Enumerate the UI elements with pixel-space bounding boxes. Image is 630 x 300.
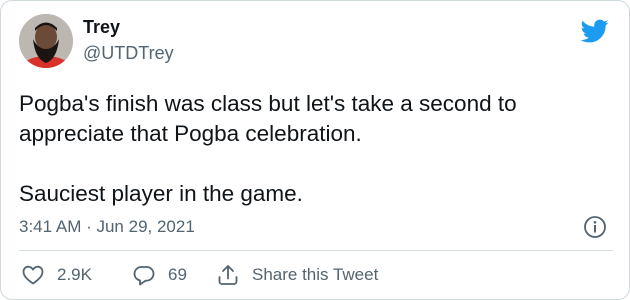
reply-bubble-icon [133,266,155,286]
tweet-timestamp[interactable]: 3:41 AM · Jun 29, 2021 [19,216,195,238]
like-button[interactable]: 2.9K [21,263,92,287]
avatar[interactable] [19,14,73,68]
reply-count: 69 [168,265,187,284]
tweet-card: Trey @UTDTrey Pogba's finish was class b… [0,0,630,300]
reply-button[interactable]: 69 [132,263,187,287]
heart-icon [22,265,44,285]
share-upload-icon [218,265,238,285]
avatar-image [19,14,73,68]
tweet-text: Pogba's finish was class but let's take … [19,91,517,206]
share-label: Share this Tweet [252,265,379,284]
author-name[interactable]: Trey [83,16,120,38]
divider [19,250,613,251]
like-count: 2.9K [57,265,92,284]
twitter-bird-icon[interactable] [578,17,612,45]
info-icon[interactable] [583,215,607,239]
author-handle[interactable]: @UTDTrey [83,42,174,64]
share-tweet-button[interactable]: Share this Tweet [216,263,378,287]
